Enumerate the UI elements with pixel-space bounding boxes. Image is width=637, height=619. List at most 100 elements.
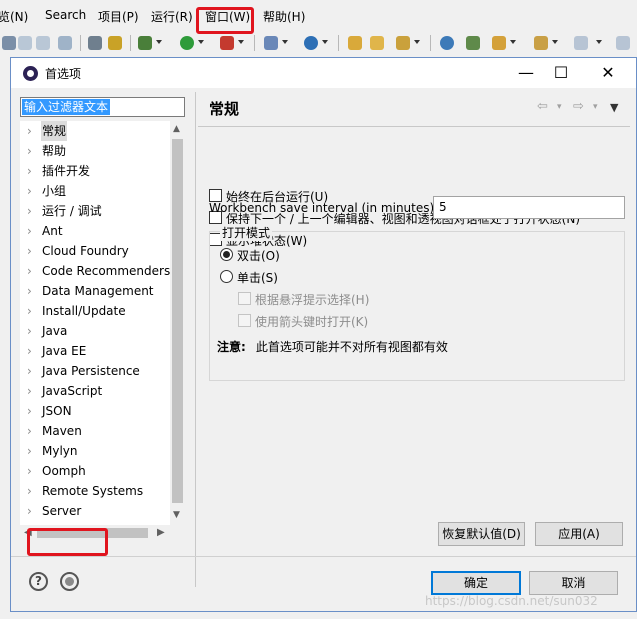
toolbar-icon[interactable] [88, 36, 102, 50]
apply-button[interactable]: 应用(A) [535, 522, 623, 546]
toolbar [0, 30, 637, 56]
new-server-icon[interactable] [264, 36, 278, 50]
open-folder-icon[interactable] [370, 36, 384, 50]
minimize-button[interactable]: — [506, 58, 546, 88]
preference-tree-panel: 输入过滤器文本 › 常规 › 帮助 › 插件开发 › 小组 › 运行 / 调试 › Ant › Cloud… [17, 92, 189, 556]
scroll-down-icon[interactable]: ▼ [173, 510, 180, 520]
scroll-up-icon[interactable]: ▲ [173, 124, 180, 134]
filter-text: 输入过滤器文本 [22, 99, 111, 115]
toolbar-icon[interactable] [466, 36, 480, 50]
tree-item-label: Ant [42, 224, 63, 238]
checkbox-box[interactable] [238, 314, 251, 327]
tree-item-label: Remote Systems [42, 484, 144, 498]
toolbar-icon[interactable] [58, 36, 72, 50]
chevron-right-icon[interactable]: › [27, 241, 32, 261]
open-type-icon[interactable] [348, 36, 362, 50]
chevron-down-icon[interactable] [198, 40, 204, 44]
server-item-highlight [27, 528, 108, 556]
preference-tree[interactable]: › 常规 › 帮助 › 插件开发 › 小组 › 运行 / 调试 › Ant › Cloud Foundry… [20, 121, 185, 541]
external-tools-icon[interactable] [220, 36, 234, 50]
forward-icon[interactable]: ⇨ [573, 99, 584, 114]
chevron-down-icon[interactable] [414, 40, 420, 44]
chevron-right-icon[interactable]: › [27, 261, 32, 281]
chevron-right-icon[interactable]: › [27, 501, 32, 521]
panel-divider[interactable] [195, 92, 196, 587]
checkbox-label: 使用箭头键时打开(K) [255, 315, 369, 329]
tree-vertical-scrollbar[interactable]: ▲ ▼ [170, 121, 185, 525]
chevron-right-icon[interactable]: › [27, 281, 32, 301]
chevron-down-icon[interactable] [596, 40, 602, 44]
toolbar-separator [80, 35, 81, 51]
tree-item-label: 小组 [42, 184, 67, 198]
chevron-down-icon[interactable] [238, 40, 244, 44]
chevron-right-icon[interactable]: › [27, 381, 32, 401]
menubar: 览(N) Search 项目(P) 运行(R) 窗口(W) 帮助(H) [0, 6, 637, 34]
save-interval-input[interactable]: 5 [433, 196, 625, 219]
chevron-right-icon[interactable]: › [27, 441, 32, 461]
help-icon[interactable]: ? [29, 572, 48, 591]
debug-icon[interactable] [138, 36, 152, 50]
chevron-down-icon[interactable] [552, 40, 558, 44]
chevron-down-icon[interactable] [322, 40, 328, 44]
checkbox-box[interactable] [238, 292, 251, 305]
forward-icon[interactable] [616, 36, 630, 50]
run-icon[interactable] [180, 36, 194, 50]
new-class-icon[interactable] [304, 36, 318, 50]
annotation-icon[interactable] [534, 36, 548, 50]
menu-run[interactable]: 运行(R) [151, 8, 193, 25]
chevron-right-icon[interactable]: › [27, 321, 32, 341]
chevron-down-icon[interactable]: ▾ [593, 102, 598, 112]
scrollbar-thumb[interactable] [172, 139, 183, 503]
chevron-right-icon[interactable]: › [27, 181, 32, 201]
restore-defaults-button[interactable]: 恢复默认值(D) [438, 522, 525, 546]
radio-circle[interactable] [220, 248, 233, 261]
cancel-button[interactable]: 取消 [529, 571, 618, 595]
close-button[interactable]: ✕ [588, 58, 628, 88]
ok-button[interactable]: 确定 [431, 571, 521, 595]
group-label: 打开模式 [220, 224, 273, 241]
chevron-right-icon[interactable]: › [27, 341, 32, 361]
annotation-icon[interactable] [492, 36, 506, 50]
chevron-right-icon[interactable]: › [27, 481, 32, 501]
toolbar-separator [338, 35, 339, 51]
menu-navigate[interactable]: 览(N) [0, 8, 28, 25]
tree-item-label: Java Persistence [42, 364, 140, 378]
scroll-right-icon[interactable]: ▶ [157, 527, 165, 538]
chevron-down-icon[interactable] [510, 40, 516, 44]
view-menu-icon[interactable]: ▼ [610, 101, 618, 114]
chevron-right-icon[interactable]: › [27, 461, 32, 481]
chevron-down-icon[interactable] [282, 40, 288, 44]
chevron-right-icon[interactable]: › [27, 201, 32, 221]
dialog-titlebar: 首选项 — ☐ ✕ [11, 58, 636, 88]
back-icon[interactable]: ⇦ [537, 99, 548, 114]
globe-icon[interactable] [440, 36, 454, 50]
chevron-right-icon[interactable]: › [27, 161, 32, 181]
chevron-right-icon[interactable]: › [27, 221, 32, 241]
menu-search[interactable]: Search [45, 8, 86, 22]
tree-item-label: JSON [42, 404, 72, 418]
maximize-button[interactable]: ☐ [541, 58, 581, 88]
chevron-right-icon[interactable]: › [27, 121, 32, 141]
chevron-down-icon[interactable] [156, 40, 162, 44]
chevron-right-icon[interactable]: › [27, 301, 32, 321]
toolbar-separator [130, 35, 131, 51]
tree-item-label: Oomph [42, 464, 86, 478]
toolbar-icon[interactable] [2, 36, 16, 50]
back-icon[interactable] [574, 36, 588, 50]
dialog-title: 首选项 [45, 67, 82, 81]
chevron-right-icon[interactable]: › [27, 141, 32, 161]
tree-item-label: Mylyn [42, 444, 78, 458]
radio-circle[interactable] [220, 270, 233, 283]
toolbar-icon[interactable] [18, 36, 32, 50]
toolbar-icon[interactable] [108, 36, 122, 50]
import-export-icon[interactable] [60, 572, 79, 591]
toolbar-icon[interactable] [36, 36, 50, 50]
chevron-down-icon[interactable]: ▾ [557, 102, 562, 112]
filter-input[interactable]: 输入过滤器文本 [20, 97, 185, 117]
menu-help[interactable]: 帮助(H) [263, 8, 305, 25]
chevron-right-icon[interactable]: › [27, 421, 32, 441]
pen-icon[interactable] [396, 36, 410, 50]
chevron-right-icon[interactable]: › [27, 401, 32, 421]
chevron-right-icon[interactable]: › [27, 361, 32, 381]
menu-project[interactable]: 项目(P) [98, 8, 139, 25]
